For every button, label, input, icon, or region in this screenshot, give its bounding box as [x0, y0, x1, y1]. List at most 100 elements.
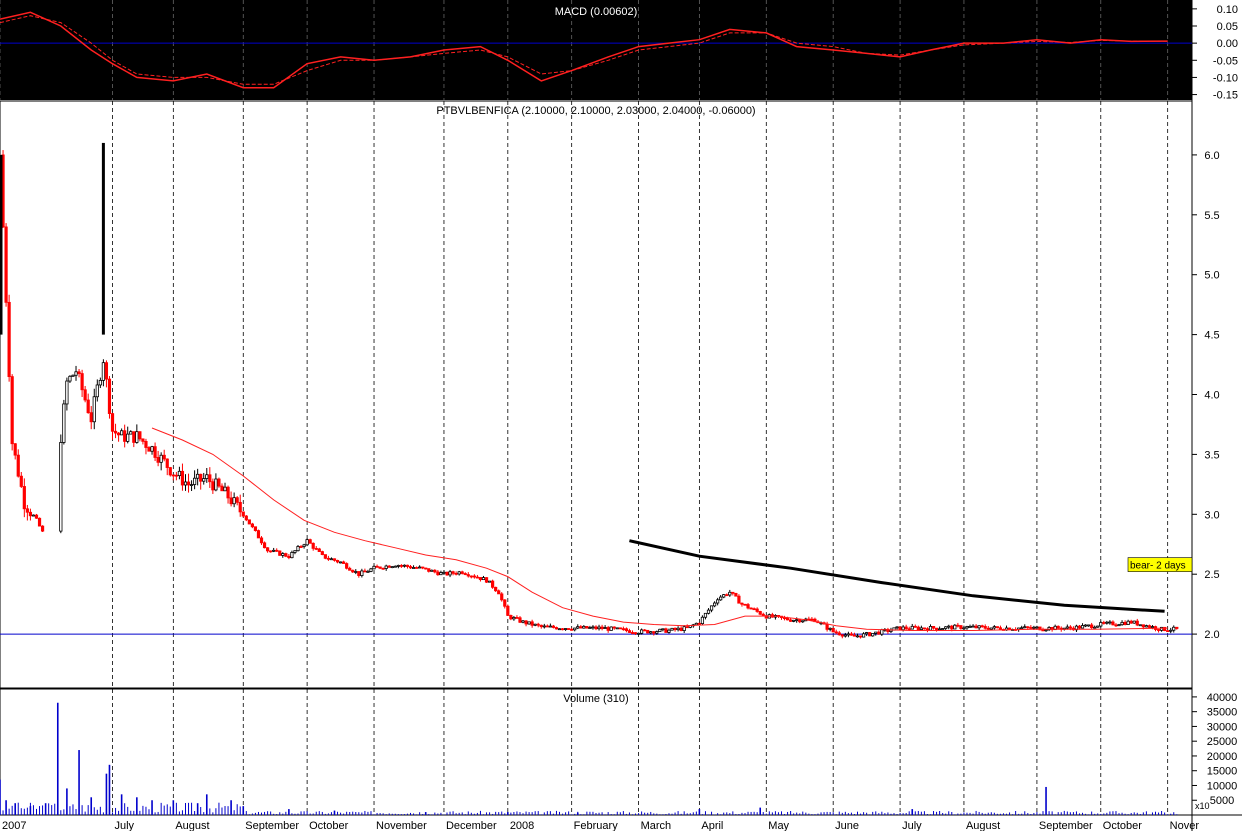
price-bar-body	[1172, 626, 1176, 631]
volume-y-tick-label: 35000	[1207, 707, 1238, 719]
price-bar-body	[865, 632, 869, 635]
price-bar-body	[481, 577, 486, 581]
price-bar-body	[384, 565, 388, 569]
price-bar-body	[348, 567, 352, 571]
price-bar-body	[570, 628, 574, 631]
price-bar-body	[214, 478, 218, 491]
price-bar-body	[712, 602, 717, 607]
price-bar-body	[1087, 624, 1091, 627]
price-bar-body	[284, 553, 288, 557]
price-bar-body	[211, 481, 215, 491]
price-bar-body	[466, 574, 470, 577]
price-bar-body	[658, 628, 662, 632]
price-bar-body	[1068, 626, 1072, 629]
price-bar-body	[1080, 625, 1085, 629]
price-bar-body	[1020, 627, 1024, 630]
price-bar-body	[262, 542, 267, 549]
price-bar-body	[953, 624, 957, 630]
price-bar-body	[664, 628, 668, 633]
price-bar-body	[77, 371, 81, 374]
price-bar-body	[59, 442, 63, 532]
price-bar-body	[834, 631, 838, 634]
price-bar-body	[457, 571, 461, 575]
price-bar-body	[673, 627, 677, 631]
price-bar-body	[80, 373, 84, 391]
x-tick-label: July	[902, 820, 922, 831]
price-bar-body	[165, 458, 169, 468]
price-bar-body	[40, 525, 45, 532]
price-bar-body	[585, 625, 589, 629]
price-spike	[101, 142, 105, 335]
price-bar-body	[98, 379, 102, 386]
price-bar-body	[62, 403, 66, 443]
price-bar-body	[1120, 621, 1124, 626]
x-tick-label: December	[446, 820, 497, 831]
price-bar-body	[1166, 630, 1170, 633]
price-bar-body	[497, 590, 501, 595]
price-bar-body	[363, 570, 367, 573]
price-bar-body	[597, 626, 601, 630]
price-bar-body	[567, 628, 571, 630]
price-bar-body	[308, 539, 312, 544]
price-bar-body	[758, 611, 762, 615]
price-bar-body	[861, 633, 866, 638]
price-bar-body	[725, 594, 729, 597]
price-bar-body	[326, 557, 331, 560]
price-bar-body	[630, 632, 635, 634]
price-bar-body	[679, 627, 683, 631]
price-bar-body	[919, 627, 923, 630]
price-bar-body	[223, 486, 227, 492]
price-bar-body	[600, 626, 604, 629]
price-bar-body	[375, 565, 379, 568]
price-bar-body	[728, 591, 732, 596]
price-bar-body	[229, 497, 233, 505]
price-bar-body	[1041, 629, 1045, 632]
price-bar-body	[840, 634, 844, 637]
price-bar-body	[275, 549, 279, 552]
price-y-tick-label: 4.0	[1204, 390, 1219, 402]
price-bar-body	[1135, 620, 1139, 626]
price-bar-body	[846, 633, 850, 636]
price-bar-body	[86, 399, 90, 414]
price-bar-body	[68, 375, 72, 382]
price-bar-body	[934, 627, 939, 630]
price-bar-body	[554, 627, 559, 630]
price-bar-body	[387, 565, 391, 568]
price-bar-body	[959, 625, 963, 629]
price-bar-body	[1065, 626, 1069, 629]
price-bar-body	[703, 612, 708, 618]
x-tick-label: Nover	[1170, 820, 1200, 831]
price-bar-body	[636, 632, 641, 635]
x-tick-label: October	[1103, 820, 1142, 831]
price-bar-body	[1156, 629, 1161, 631]
price-bar-body	[1147, 625, 1152, 628]
price-bar-body	[381, 567, 385, 570]
price-bar-body	[950, 625, 954, 630]
x-tick-label: June	[835, 820, 859, 831]
price-bar-body	[433, 569, 437, 573]
x-tick-label: February	[574, 820, 619, 831]
macd-title: MACD (0.00602)	[555, 6, 638, 18]
price-bar-body	[1141, 624, 1145, 628]
price-bar-body	[217, 478, 221, 487]
price-bar-body	[436, 571, 440, 576]
price-bar-body	[706, 609, 711, 614]
price-bar-body	[159, 454, 163, 463]
price-bar-body	[506, 605, 510, 616]
price-bar-body	[253, 526, 258, 531]
price-bar-body	[342, 561, 346, 564]
price-bar-body	[1077, 625, 1082, 629]
price-bar-body	[107, 378, 112, 414]
price-bar-body	[925, 628, 930, 631]
price-bar-body	[28, 511, 33, 517]
price-bar-body	[992, 626, 996, 629]
price-bar-body	[621, 628, 625, 631]
price-bar-body	[606, 627, 610, 631]
price-bar-body	[737, 595, 741, 604]
price-bar-body	[928, 625, 933, 631]
price-bar-body	[183, 481, 188, 486]
price-bar-body	[661, 628, 665, 631]
price-bar-body	[208, 474, 212, 483]
price-bar-body	[1035, 626, 1039, 629]
x-tick-label: 2008	[510, 820, 534, 831]
